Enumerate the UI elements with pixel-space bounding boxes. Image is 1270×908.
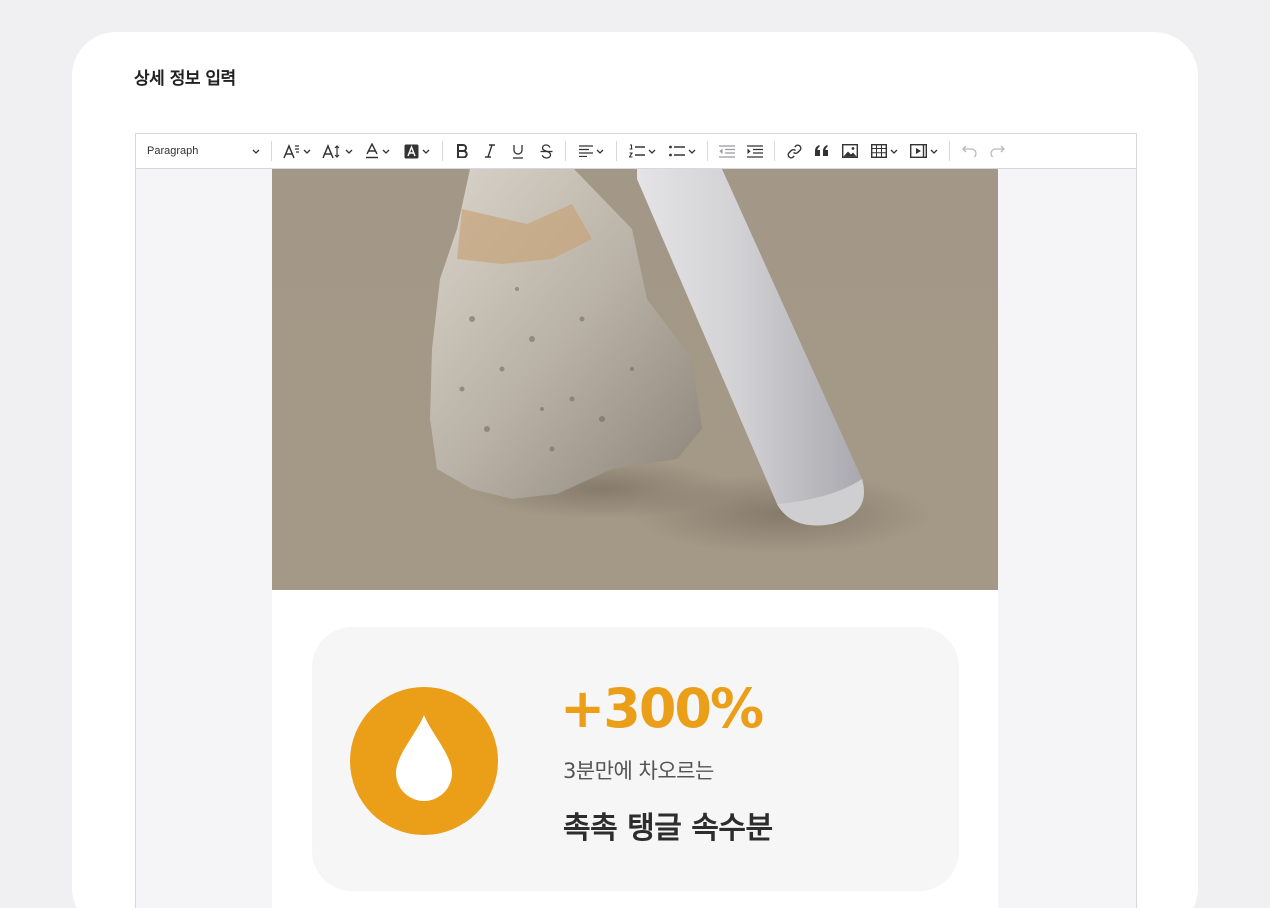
strikethrough-button[interactable]	[532, 139, 560, 164]
link-button[interactable]	[780, 139, 808, 164]
underline-button[interactable]	[504, 139, 532, 164]
chevron-down-icon	[422, 149, 430, 154]
font-color-icon	[365, 143, 378, 159]
toolbar-divider	[949, 141, 950, 161]
stat-value: +300%	[560, 677, 764, 740]
alignment-button[interactable]	[571, 139, 611, 164]
toolbar-divider	[774, 141, 775, 161]
numbered-list-button[interactable]	[622, 139, 662, 164]
insert-media-button[interactable]	[904, 139, 944, 164]
bulleted-list-icon	[668, 145, 685, 157]
align-left-icon	[578, 145, 593, 157]
chevron-down-icon	[890, 149, 897, 154]
outdent-icon	[719, 144, 735, 158]
outdent-button[interactable]	[713, 139, 741, 164]
detail-card: 상세 정보 입력 Paragraph +300% 3분만에 차오르는 촉촉 탱글…	[72, 32, 1198, 908]
font-size-button[interactable]	[317, 139, 357, 164]
bold-button[interactable]	[448, 139, 476, 164]
font-family-button[interactable]	[277, 139, 317, 164]
bold-icon	[457, 144, 468, 158]
insert-table-button[interactable]	[864, 139, 904, 164]
indent-icon	[747, 144, 763, 158]
toolbar-divider	[565, 141, 566, 161]
strikethrough-icon	[540, 143, 552, 159]
chevron-down-icon	[688, 149, 695, 154]
toolbar-divider	[271, 141, 272, 161]
underline-icon	[513, 144, 523, 159]
chevron-down-icon	[252, 149, 260, 154]
blockquote-button[interactable]	[808, 139, 836, 164]
font-color-button[interactable]	[357, 139, 397, 164]
stone-and-tube-photo	[272, 169, 998, 590]
italic-button[interactable]	[476, 139, 504, 164]
water-drop-icon	[396, 715, 452, 801]
product-photo	[272, 169, 998, 590]
undo-icon	[961, 145, 977, 157]
editor-content[interactable]: +300% 3분만에 차오르는 촉촉 탱글 속수분	[272, 169, 998, 908]
water-drop-badge	[350, 687, 498, 835]
chevron-down-icon	[596, 149, 603, 154]
redo-button[interactable]	[983, 139, 1011, 164]
bulleted-list-button[interactable]	[662, 139, 702, 164]
undo-button[interactable]	[955, 139, 983, 164]
font-size-icon	[321, 143, 339, 158]
toolbar-divider	[707, 141, 708, 161]
stat-title: 촉촉 탱글 속수분	[563, 811, 773, 846]
background-color-icon	[404, 144, 419, 158]
quote-icon	[815, 145, 828, 156]
link-icon	[787, 144, 801, 158]
insert-image-button[interactable]	[836, 139, 864, 164]
heading-select-value: Paragraph	[147, 145, 199, 157]
numbered-list-icon	[628, 144, 645, 158]
stat-subtitle: 3분만에 차오르는	[563, 759, 714, 783]
background-color-button[interactable]	[397, 139, 437, 164]
chevron-down-icon	[930, 149, 938, 154]
font-family-icon	[283, 143, 299, 158]
chevron-down-icon	[345, 149, 352, 154]
toolbar-divider	[442, 141, 443, 161]
italic-icon	[485, 144, 495, 158]
chevron-down-icon	[648, 149, 655, 154]
indent-button[interactable]	[741, 139, 769, 164]
table-icon	[870, 144, 887, 158]
chevron-down-icon	[382, 149, 389, 154]
toolbar-divider	[616, 141, 617, 161]
media-icon	[910, 144, 927, 158]
heading-select[interactable]: Paragraph	[142, 139, 266, 164]
editor-toolbar: Paragraph	[136, 134, 1136, 169]
section-title: 상세 정보 입력	[134, 69, 236, 89]
rich-text-editor[interactable]: Paragraph +300% 3분만에 차오르는 촉촉 탱글 속수분	[135, 133, 1137, 908]
highlight-box: +300% 3분만에 차오르는 촉촉 탱글 속수분	[312, 627, 959, 891]
image-icon	[842, 144, 858, 158]
chevron-down-icon	[303, 149, 311, 154]
redo-icon	[989, 145, 1005, 157]
